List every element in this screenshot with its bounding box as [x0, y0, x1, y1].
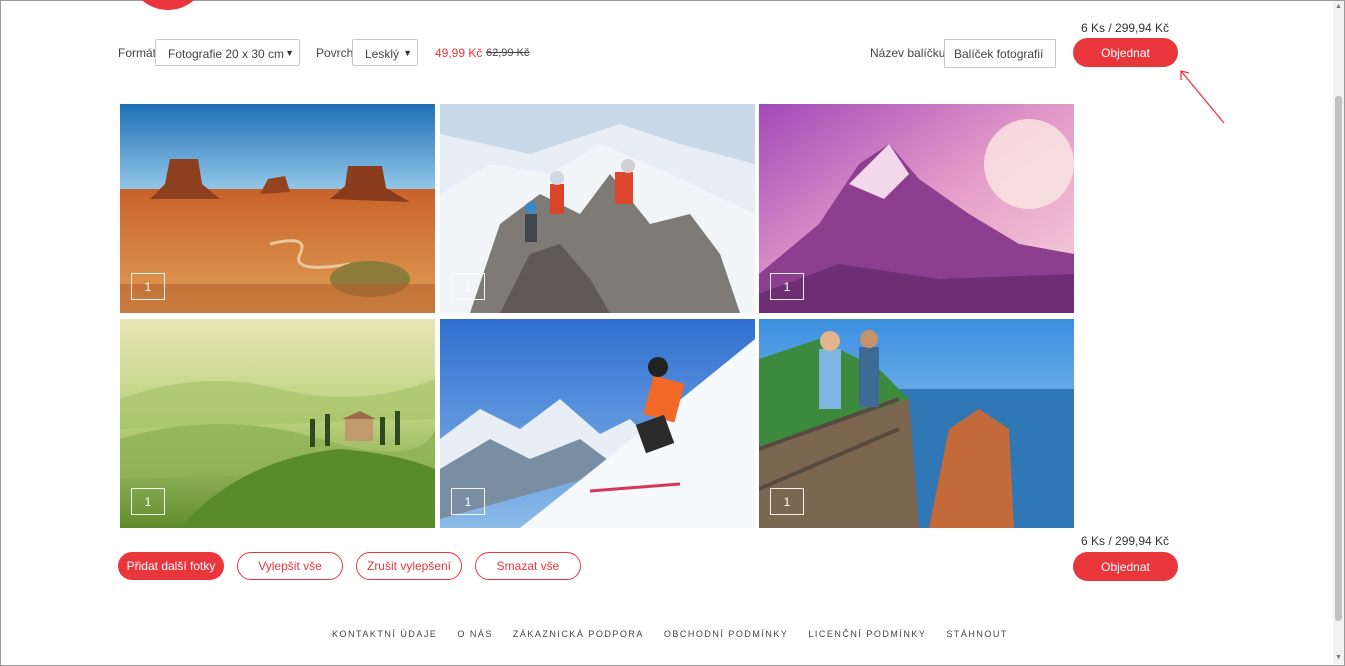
quantity-badge[interactable]: 1: [451, 273, 485, 300]
footer-link-download[interactable]: STÁHNOUT: [946, 629, 1008, 639]
order-button-top[interactable]: Objednat: [1073, 38, 1178, 67]
footer-link-contact[interactable]: KONTAKTNÍ ÚDAJE: [332, 629, 437, 639]
package-name-input[interactable]: [944, 39, 1056, 68]
desert-image: [120, 104, 435, 313]
delete-all-button[interactable]: Smazat vše: [475, 552, 581, 580]
scroll-up-icon[interactable]: ▲: [1333, 1, 1344, 12]
quantity-badge[interactable]: 1: [131, 273, 165, 300]
climbers-image: [440, 104, 755, 313]
order-summary-bottom: 6 Ks / 299,94 Kč: [1081, 534, 1170, 548]
scroll-thumb[interactable]: [1335, 96, 1342, 621]
surface-select-value: Lesklý: [365, 47, 400, 61]
tuscany-image: [120, 319, 435, 528]
scroll-down-icon[interactable]: ▼: [1333, 652, 1344, 663]
pink-mountain-image: [759, 104, 1074, 313]
footer-nav: KONTAKTNÍ ÚDAJE O NÁS ZÁKAZNICKÁ PODPORA…: [332, 629, 1028, 639]
chevron-down-icon: ▼: [285, 48, 294, 58]
quantity-badge[interactable]: 1: [451, 488, 485, 515]
photo-desert[interactable]: 1: [120, 104, 435, 313]
footer-link-about[interactable]: O NÁS: [457, 629, 493, 639]
vertical-scrollbar[interactable]: ▲ ▼: [1333, 1, 1344, 664]
footer-link-terms[interactable]: OBCHODNÍ PODMÍNKY: [664, 629, 789, 639]
cancel-enhance-button[interactable]: Zrušit vylepšení: [356, 552, 462, 580]
format-select-value: Fotografie 20 x 30 cm: [168, 47, 285, 61]
chevron-down-icon: ▼: [403, 48, 412, 58]
package-name-label: Název balíčku: [870, 46, 946, 60]
enhance-all-button[interactable]: Vylepšit vše: [237, 552, 343, 580]
quantity-badge[interactable]: 1: [770, 273, 804, 300]
format-select[interactable]: Fotografie 20 x 30 cm ▼: [155, 39, 300, 66]
quantity-badge[interactable]: 1: [770, 488, 804, 515]
price-current: 49,99 Kč: [435, 46, 483, 60]
order-summary-top: 6 Ks / 299,94 Kč: [1081, 21, 1170, 35]
photo-pink-mountain[interactable]: 1: [759, 104, 1074, 313]
price-original: 62,99 Kč: [486, 47, 530, 59]
photo-coast[interactable]: 1: [759, 319, 1074, 528]
coast-image: [759, 319, 1074, 528]
annotation-arrow-icon: [1180, 70, 1225, 124]
quantity-badge[interactable]: 1: [131, 488, 165, 515]
photo-tuscany[interactable]: 1: [120, 319, 435, 528]
skier-image: [440, 319, 755, 528]
footer-link-support[interactable]: ZÁKAZNICKÁ PODPORA: [513, 629, 644, 639]
photo-climbers[interactable]: 1: [440, 104, 755, 313]
photo-skier[interactable]: 1: [440, 319, 755, 528]
order-button-bottom[interactable]: Objednat: [1073, 552, 1178, 581]
surface-label: Povrch: [316, 46, 354, 60]
add-photos-button[interactable]: Přidat další fotky: [118, 552, 224, 580]
format-label: Formát: [118, 46, 157, 60]
footer-link-license[interactable]: LICENČNÍ PODMÍNKY: [808, 629, 926, 639]
surface-select[interactable]: Lesklý ▼: [352, 39, 418, 66]
